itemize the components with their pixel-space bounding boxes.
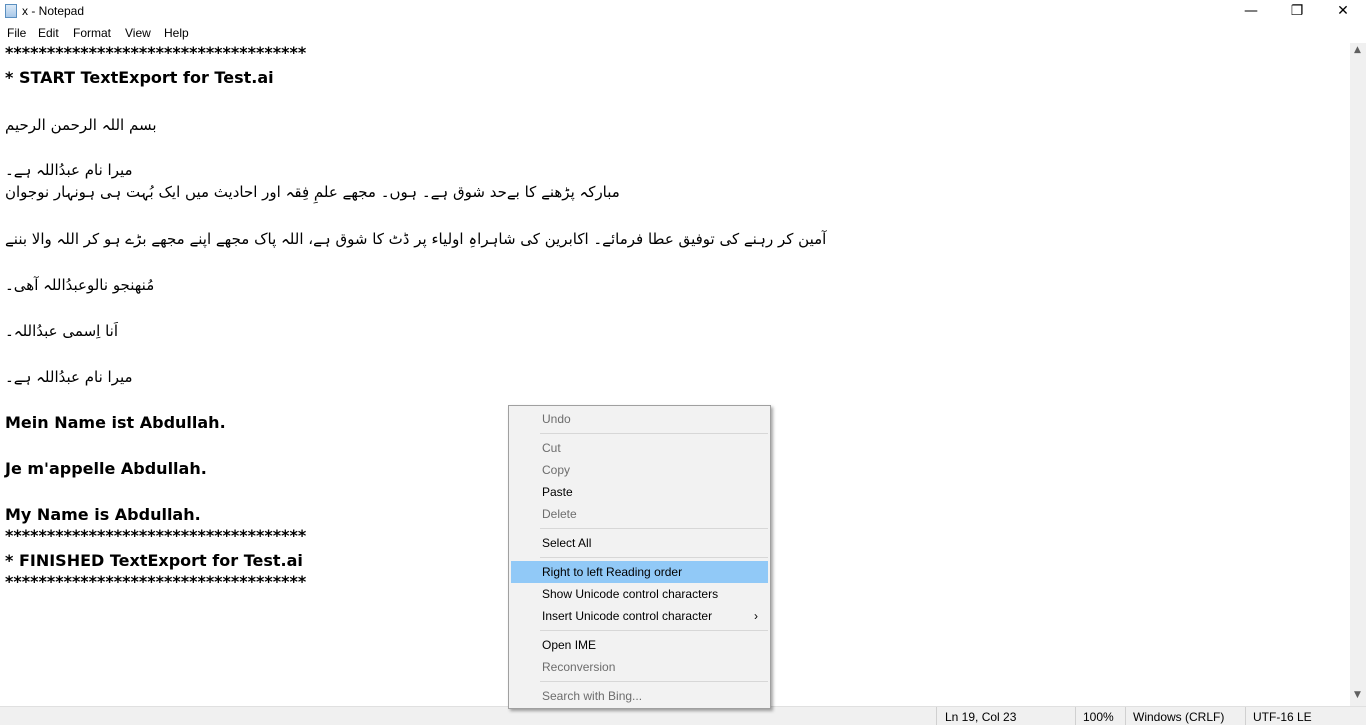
menu-delete[interactable]: Delete (511, 503, 768, 525)
notepad-icon (5, 4, 17, 18)
minimize-button[interactable]: — (1228, 0, 1274, 24)
menu-view[interactable]: View (125, 26, 151, 40)
menu-bar: File Edit Format View Help (0, 24, 1366, 43)
window-title: x - Notepad (22, 4, 85, 18)
menu-undo[interactable]: Undo (511, 408, 768, 430)
text-line: * START TextExport for Test.ai (5, 68, 274, 87)
menu-open-ime[interactable]: Open IME (511, 634, 768, 656)
menu-separator (540, 557, 768, 558)
text-line: My Name is Abdullah. (5, 505, 201, 524)
scroll-down-arrow-icon[interactable]: ▼ (1354, 690, 1361, 700)
menu-reconversion[interactable]: Reconversion (511, 656, 768, 678)
menu-format[interactable]: Format (73, 26, 111, 40)
menu-edit[interactable]: Edit (38, 26, 59, 40)
context-menu: Undo Cut Copy Paste Delete Select All Ri… (508, 405, 771, 709)
menu-select-all[interactable]: Select All (511, 532, 768, 554)
menu-separator (540, 630, 768, 631)
menu-separator (540, 528, 768, 529)
menu-separator (540, 433, 768, 434)
text-line: Mein Name ist Abdullah. (5, 413, 226, 432)
menu-file[interactable]: File (7, 26, 26, 40)
menu-paste[interactable]: Paste (511, 481, 768, 503)
close-button[interactable]: ✕ (1320, 0, 1366, 24)
text-line: ************************************ (5, 526, 307, 545)
text-line: میرا نام عبدُاللہ ہے۔ (5, 368, 133, 386)
status-divider (936, 707, 937, 725)
menu-show-unicode[interactable]: Show Unicode control characters (511, 583, 768, 605)
menu-search-bing[interactable]: Search with Bing... (511, 685, 768, 707)
chevron-right-icon: › (754, 609, 758, 623)
menu-insert-unicode-label: Insert Unicode control character (542, 609, 713, 623)
text-line: * FINISHED TextExport for Test.ai (5, 551, 303, 570)
text-line: مبارکہ پڑھنے کا بےحد شوق ہے۔ ہوں۔ مجھے ع… (5, 183, 620, 201)
status-divider (1075, 707, 1076, 725)
menu-copy[interactable]: Copy (511, 459, 768, 481)
scroll-up-arrow-icon[interactable]: ▲ (1354, 45, 1361, 55)
menu-insert-unicode[interactable]: Insert Unicode control character › (511, 605, 768, 627)
vertical-scrollbar[interactable] (1350, 43, 1366, 706)
text-line: ************************************ (5, 43, 307, 62)
zoom-level: 100% (1083, 710, 1114, 724)
text-line: بسم اللہ الرحمن الرحیم (5, 116, 157, 134)
status-divider (1245, 707, 1246, 725)
text-line: اَنا اِسمی عبدُاللہ۔ (5, 322, 118, 340)
text-line: مُنھنجو نالوعبدُاللہ آھی۔ (5, 276, 155, 294)
maximize-button[interactable]: ❐ (1274, 0, 1320, 24)
line-ending: Windows (CRLF) (1133, 710, 1225, 724)
encoding: UTF-16 LE (1253, 710, 1312, 724)
menu-rtl-reading-order[interactable]: Right to left Reading order (511, 561, 768, 583)
text-line: آمین کر رہنے کی توفیق عطا فرمائے۔ اکابری… (5, 230, 827, 248)
menu-help[interactable]: Help (164, 26, 189, 40)
cursor-position: Ln 19, Col 23 (945, 710, 1017, 724)
text-line: Je m'appelle Abdullah. (5, 459, 207, 478)
title-bar: x - Notepad — ❐ ✕ (0, 0, 1366, 24)
text-line: ************************************ (5, 572, 307, 591)
status-divider (1125, 707, 1126, 725)
menu-separator (540, 681, 768, 682)
text-line: میرا نام عبدُاللہ ہے۔ (5, 161, 133, 179)
menu-cut[interactable]: Cut (511, 437, 768, 459)
